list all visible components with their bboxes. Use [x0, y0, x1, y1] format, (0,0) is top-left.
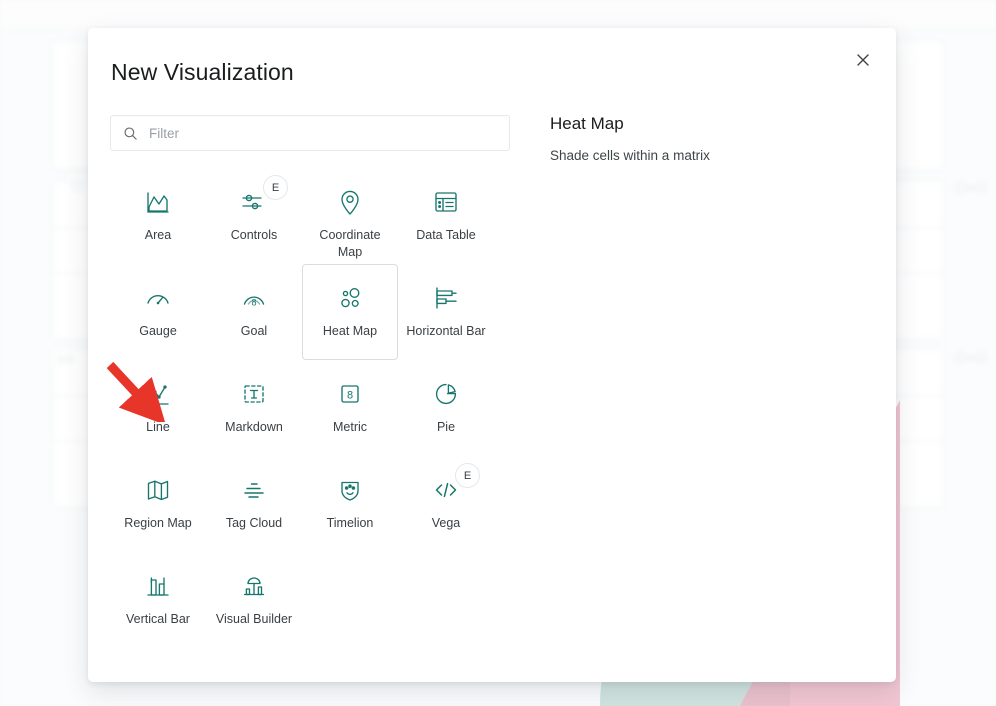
- data-table-icon: [429, 185, 463, 219]
- visualization-type-label: Coordinate Map: [319, 228, 381, 259]
- background-metric-left-1: 0 It: [58, 354, 74, 366]
- visualization-type-goal[interactable]: 8 Goal: [206, 264, 302, 360]
- svg-text:8: 8: [347, 390, 353, 402]
- visualization-type-label: Data Table: [416, 228, 476, 242]
- visualization-type-grid: Area E Controls Coordinate Map Data Table…: [110, 168, 510, 648]
- visualization-type-label: Visual Builder: [215, 612, 293, 626]
- filter-search-field[interactable]: [110, 115, 510, 151]
- goal-icon: 8: [237, 281, 271, 315]
- experimental-badge: E: [455, 463, 480, 488]
- search-input[interactable]: [149, 125, 509, 141]
- visualization-type-horizontal-bar[interactable]: Horizontal Bar: [398, 264, 494, 360]
- visualization-type-heat-map[interactable]: Heat Map: [302, 264, 398, 360]
- vega-icon: E: [429, 463, 480, 507]
- timelion-icon: [333, 473, 367, 507]
- visualization-type-vertical-bar[interactable]: Vertical Bar: [110, 552, 206, 648]
- visualization-type-label: Goal: [240, 324, 268, 338]
- visualization-type-vega[interactable]: E Vega: [398, 456, 494, 552]
- visualization-type-label: Metric: [332, 420, 368, 434]
- vertical-bar-icon: [141, 569, 175, 603]
- markdown-icon: [237, 377, 271, 411]
- area-chart-icon: [141, 185, 175, 219]
- visualization-type-label: Timelion: [326, 516, 374, 530]
- visualization-type-label: Heat Map: [322, 324, 378, 338]
- details-title: Heat Map: [550, 114, 624, 133]
- close-button[interactable]: [849, 47, 877, 75]
- visualization-type-label: Tag Cloud: [225, 516, 283, 530]
- visualization-type-timelion[interactable]: Timelion: [302, 456, 398, 552]
- visualization-type-label: Region Map: [124, 516, 192, 530]
- close-icon: [856, 53, 870, 70]
- visualization-type-line[interactable]: Line: [110, 360, 206, 456]
- visualization-type-pie[interactable]: Pie: [398, 360, 494, 456]
- search-icon: [111, 126, 149, 141]
- controls-icon: E: [237, 175, 288, 219]
- visualization-type-label: Pie: [436, 420, 456, 434]
- visualization-type-tag-cloud[interactable]: Tag Cloud: [206, 456, 302, 552]
- new-visualization-modal: New Visualization Area E Controls: [88, 28, 896, 682]
- visualization-type-area[interactable]: Area: [110, 168, 206, 264]
- tag-cloud-icon: [237, 473, 271, 507]
- visualization-type-region-map[interactable]: Region Map: [110, 456, 206, 552]
- visualization-type-label: Controls: [230, 228, 278, 242]
- visualization-type-label: Vega: [431, 516, 461, 530]
- region-map-icon: [141, 473, 175, 507]
- visualization-type-controls[interactable]: E Controls: [206, 168, 302, 264]
- metric-icon: 8: [333, 377, 367, 411]
- visualization-type-markdown[interactable]: Markdown: [206, 360, 302, 456]
- background-icon: [72, 180, 83, 191]
- visualization-type-data-table[interactable]: Data Table: [398, 168, 494, 264]
- visualization-type-label: Horizontal Bar: [406, 324, 486, 338]
- visualization-type-label: Vertical Bar: [126, 612, 190, 626]
- visualization-type-visual-builder[interactable]: Visual Builder: [206, 552, 302, 648]
- details-description: Shade cells within a matrix: [550, 148, 710, 163]
- visualization-type-gauge[interactable]: Gauge: [110, 264, 206, 360]
- visual-builder-icon: [237, 569, 271, 603]
- gauge-icon: [141, 281, 175, 315]
- map-pin-icon: [333, 185, 367, 219]
- visualization-type-metric[interactable]: 8 Metric: [302, 360, 398, 456]
- details-panel: Heat Map Shade cells within a matrix: [550, 114, 860, 166]
- pie-chart-icon: [429, 377, 463, 411]
- svg-text:8: 8: [251, 297, 256, 307]
- horizontal-bar-icon: [429, 281, 463, 315]
- heat-map-icon: [333, 281, 367, 315]
- experimental-badge: E: [263, 175, 288, 200]
- line-chart-icon: [141, 377, 175, 411]
- visualization-type-label: Line: [146, 420, 170, 434]
- visualization-type-label: Gauge: [139, 324, 177, 338]
- background-topbar: [0, 0, 996, 30]
- visualization-type-coordinate-map[interactable]: Coordinate Map: [302, 168, 398, 264]
- visualization-type-label: Area: [144, 228, 172, 242]
- page-title: New Visualization: [111, 59, 294, 85]
- visualization-type-label: Markdown: [225, 420, 283, 434]
